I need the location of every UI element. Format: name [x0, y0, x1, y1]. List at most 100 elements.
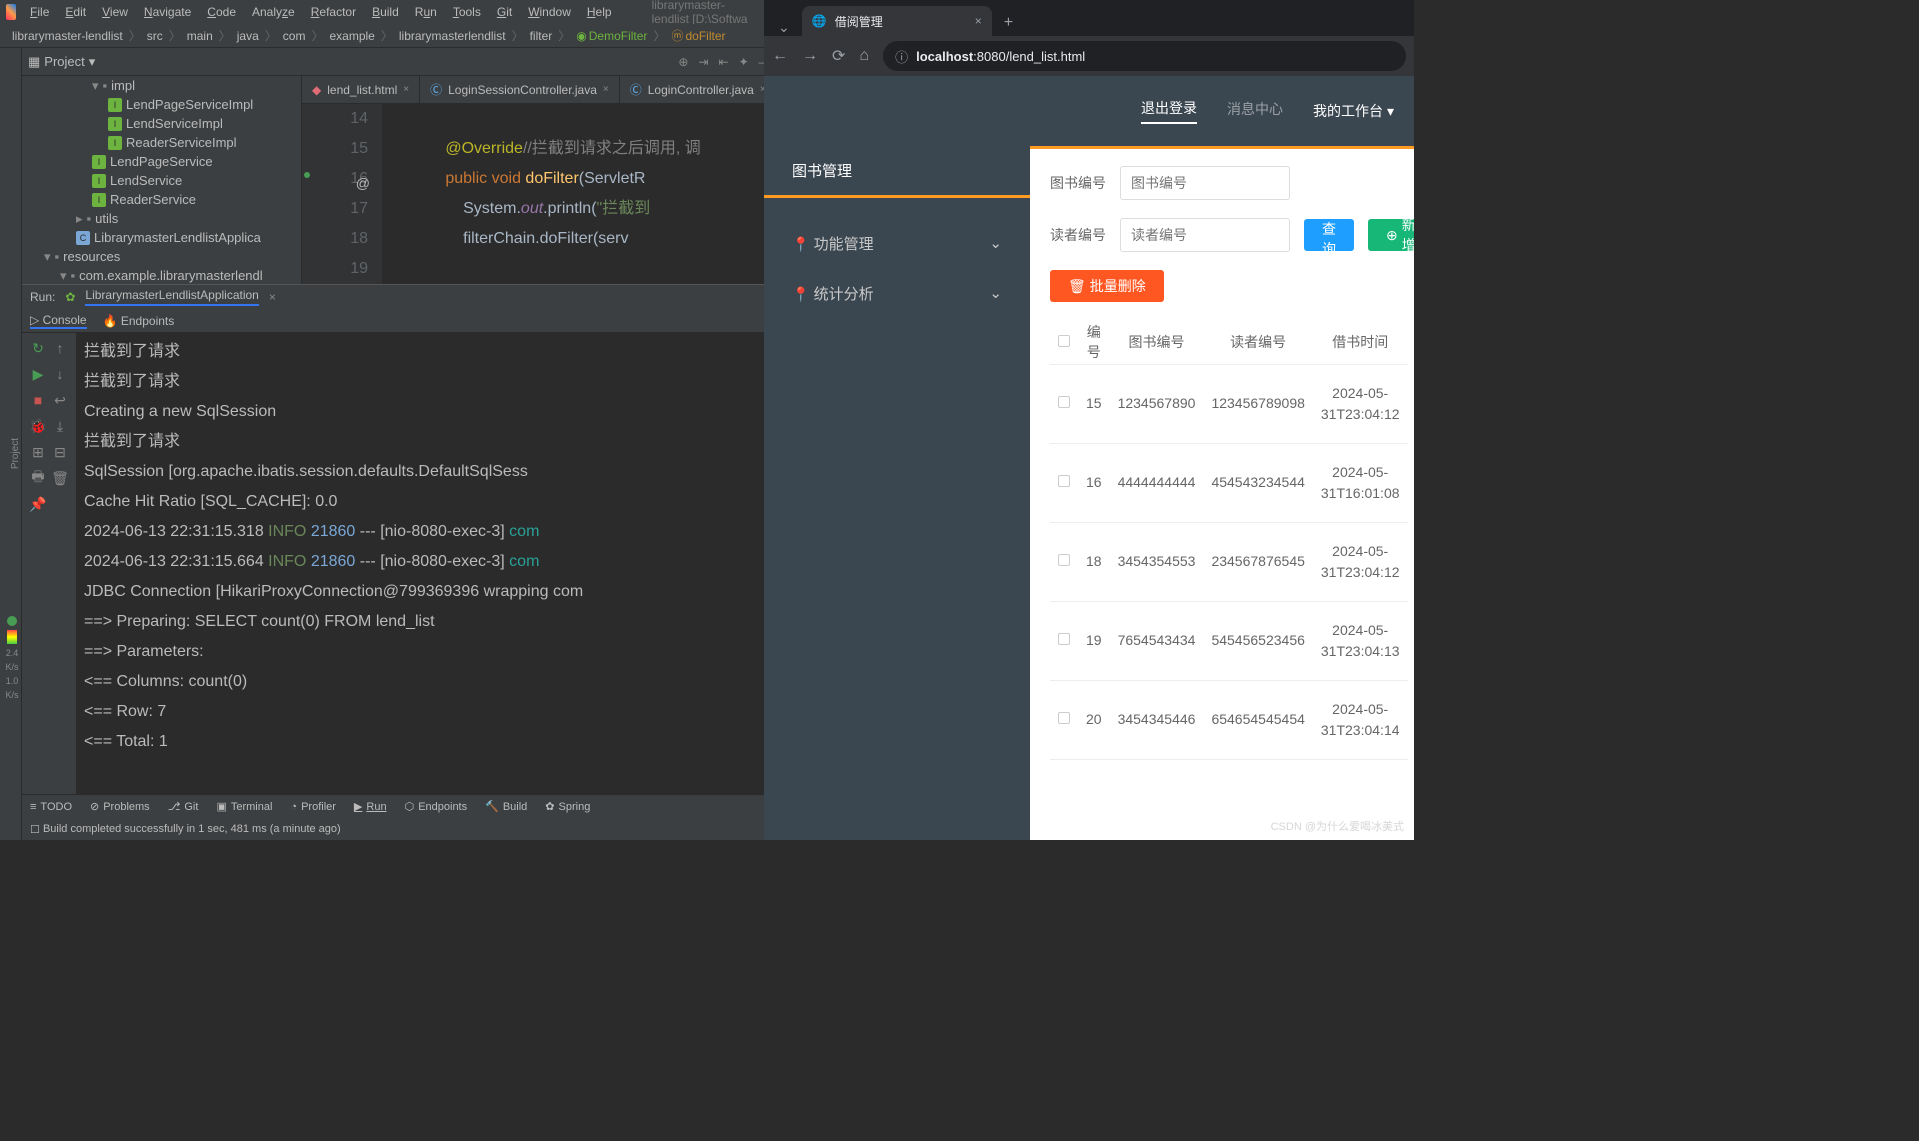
sidebar-item-function[interactable]: 📍 功能管理 ⌄: [764, 218, 1030, 268]
pin-icon[interactable]: 📌: [29, 495, 47, 513]
tree-item[interactable]: C LibrarymasterLendlistApplica: [22, 228, 301, 247]
forward-icon[interactable]: →: [802, 47, 818, 65]
bc-project[interactable]: librarymaster-lendlist: [8, 29, 127, 43]
scroll-icon[interactable]: ⤓: [51, 417, 69, 435]
layout-icon[interactable]: ⊞: [29, 443, 47, 461]
bc-example[interactable]: example: [325, 29, 378, 43]
tree-item[interactable]: I ReaderServiceImpl: [22, 133, 301, 152]
reload-icon[interactable]: ⟳: [832, 46, 845, 66]
add-button[interactable]: ⊕新增: [1368, 219, 1414, 251]
close-run-tab[interactable]: ×: [269, 290, 276, 304]
url-input[interactable]: ⓘ localhost:8080/lend_list.html: [883, 41, 1406, 71]
checkbox[interactable]: [1058, 396, 1070, 408]
bc-pkg[interactable]: librarymasterlendlist: [395, 29, 510, 43]
filter-icon[interactable]: ⊟: [51, 443, 69, 461]
tree-item[interactable]: I LendService: [22, 171, 301, 190]
bc-main[interactable]: main: [183, 29, 217, 43]
editor-tab[interactable]: ⒸLoginSessionController.java×: [420, 76, 620, 103]
site-info-icon[interactable]: ⓘ: [895, 47, 908, 66]
checkbox[interactable]: [1058, 554, 1070, 566]
tree-item[interactable]: ▾ ▪ impl: [22, 76, 301, 95]
trash-icon[interactable]: 🗑: [51, 469, 69, 487]
bc-class[interactable]: ◉ DemoFilter: [572, 29, 651, 43]
tab-close-icon[interactable]: ×: [975, 14, 982, 28]
editor-tab[interactable]: ⒸLoginController.java×: [620, 76, 764, 103]
bottom-build[interactable]: 🔨 Build: [485, 800, 527, 813]
up-icon[interactable]: ↑: [51, 339, 69, 357]
menu-navigate[interactable]: Navigate: [138, 3, 197, 21]
bottom-spring[interactable]: ✿ Spring: [545, 800, 590, 813]
bc-java[interactable]: java: [233, 29, 263, 43]
down-icon[interactable]: ↓: [51, 365, 69, 383]
close-icon[interactable]: ×: [760, 84, 764, 95]
close-icon[interactable]: ×: [603, 84, 609, 95]
settings-icon[interactable]: ✦: [739, 55, 749, 69]
checkbox[interactable]: [1058, 712, 1070, 724]
wrap-icon[interactable]: ↩: [51, 391, 69, 409]
close-icon[interactable]: ×: [403, 84, 409, 95]
select-opened-icon[interactable]: ⊕: [678, 55, 688, 69]
sidebar-tab-books[interactable]: 图书管理: [764, 146, 1030, 198]
bc-src[interactable]: src: [143, 29, 167, 43]
run-icon[interactable]: ▶: [29, 365, 47, 383]
hide-icon[interactable]: —: [759, 55, 764, 69]
menu-tools[interactable]: Tools: [447, 3, 487, 21]
tree-item[interactable]: ▾ ▪ com.example.librarymasterlendl: [22, 266, 301, 284]
tree-item[interactable]: I ReaderService: [22, 190, 301, 209]
bottom-terminal[interactable]: ▣ Terminal: [216, 800, 272, 813]
tree-item[interactable]: ▸ ▪ utils: [22, 209, 301, 228]
run-app-name[interactable]: LibrarymasterLendlistApplication: [85, 288, 258, 306]
stop-icon[interactable]: ■: [29, 391, 47, 409]
menu-view[interactable]: View: [96, 3, 134, 21]
bc-com[interactable]: com: [279, 29, 310, 43]
bc-filter[interactable]: filter: [526, 29, 557, 43]
search-button[interactable]: 查询: [1304, 219, 1354, 251]
checkbox[interactable]: [1058, 475, 1070, 487]
menu-git[interactable]: Git: [491, 3, 518, 21]
checkbox[interactable]: [1058, 335, 1070, 347]
code-body[interactable]: @Override//拦截到请求之后调用, 调 public void doFi…: [382, 104, 764, 284]
collapse-all-icon[interactable]: ⇤: [719, 55, 729, 69]
checkbox[interactable]: [1058, 633, 1070, 645]
endpoints-tab[interactable]: 🔥 Endpoints: [103, 314, 175, 328]
debug-icon[interactable]: 🐞: [29, 417, 47, 435]
new-tab-icon[interactable]: +: [996, 10, 1021, 36]
menu-analyze[interactable]: Analyze: [246, 3, 301, 21]
menu-run[interactable]: Run: [409, 3, 443, 21]
bottom-todo[interactable]: ≡ TODO: [30, 801, 72, 813]
back-icon[interactable]: ←: [772, 47, 788, 65]
bottom-endpoints[interactable]: ⬡ Endpoints: [405, 800, 468, 813]
menu-edit[interactable]: Edit: [59, 3, 92, 21]
print-icon[interactable]: 🖶: [29, 469, 47, 487]
bottom-git[interactable]: ⎇ Git: [168, 800, 199, 813]
workspace-dropdown[interactable]: 我的工作台 ▾: [1313, 101, 1394, 121]
menu-refactor[interactable]: Refactor: [305, 3, 362, 21]
bc-method[interactable]: ⓜ doFilter: [667, 27, 729, 44]
project-tool-button[interactable]: Project: [10, 438, 21, 469]
project-tree[interactable]: ▾ ▪ implI LendPageServiceImplI LendServi…: [22, 76, 302, 284]
message-center-link[interactable]: 消息中心: [1227, 99, 1283, 123]
console-tab[interactable]: ▷ Console: [30, 313, 87, 329]
tree-item[interactable]: ▾ ▪ resources: [22, 247, 301, 266]
browser-tab[interactable]: 🌐 借阅管理 ×: [802, 6, 992, 36]
bottom-profiler[interactable]: ◔ Profiler: [290, 801, 336, 813]
reader-id-input[interactable]: [1120, 218, 1290, 252]
expand-all-icon[interactable]: ⇥: [698, 55, 708, 69]
bottom-problems[interactable]: ⊘ Problems: [90, 800, 150, 813]
code-editor[interactable]: 141516@1718192021 @Override//拦截到请求之后调用, …: [302, 104, 764, 284]
menu-file[interactable]: File: [24, 3, 55, 21]
console-output[interactable]: 拦截到了请求拦截到了请求Creating a new SqlSession拦截到…: [76, 333, 764, 794]
home-icon[interactable]: ⌂: [859, 47, 869, 65]
tree-item[interactable]: I LendServiceImpl: [22, 114, 301, 133]
menu-window[interactable]: Window: [522, 3, 577, 21]
tree-item[interactable]: I LendPageServiceImpl: [22, 95, 301, 114]
editor-tab[interactable]: ◆lend_list.html×: [302, 76, 420, 103]
tab-list-chevron-icon[interactable]: ⌄: [770, 19, 798, 36]
logout-link[interactable]: 退出登录: [1141, 98, 1197, 124]
book-id-input[interactable]: [1120, 166, 1290, 200]
project-label[interactable]: ▦ Project ▾: [28, 54, 95, 70]
menu-help[interactable]: Help: [581, 3, 618, 21]
bulk-delete-button[interactable]: 🗑批量删除: [1050, 270, 1164, 302]
menu-code[interactable]: Code: [201, 3, 242, 21]
menu-build[interactable]: Build: [366, 3, 405, 21]
